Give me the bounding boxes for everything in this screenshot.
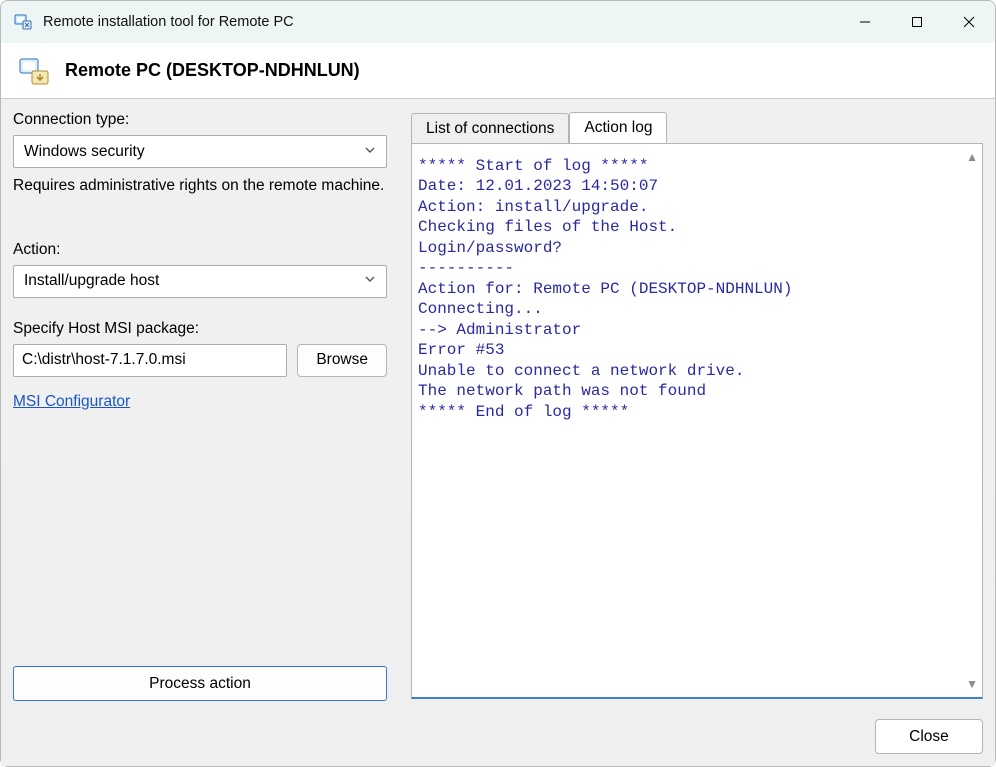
msi-configurator-link[interactable]: MSI Configurator <box>13 393 387 411</box>
msi-label: Specify Host MSI package: <box>13 320 387 338</box>
tab-list-of-connections[interactable]: List of connections <box>411 113 569 144</box>
client-area: Connection type: Windows security Requir… <box>1 99 995 766</box>
tab-action-log[interactable]: Action log <box>569 112 667 144</box>
action-select[interactable]: Install/upgrade host <box>13 265 387 298</box>
dialog-footer: Close <box>13 701 983 754</box>
app-icon <box>13 12 33 32</box>
msi-path-input[interactable] <box>13 344 287 377</box>
action-value: Install/upgrade host <box>24 272 159 290</box>
tab-strip: List of connections Action log <box>411 111 983 143</box>
close-window-button[interactable] <box>943 1 995 43</box>
chevron-down-icon <box>364 272 376 290</box>
close-button[interactable]: Close <box>875 719 983 754</box>
minimize-button[interactable] <box>839 1 891 43</box>
log-panel: List of connections Action log ***** Sta… <box>411 111 983 701</box>
connection-type-label: Connection type: <box>13 111 387 129</box>
window-title: Remote installation tool for Remote PC <box>43 14 294 30</box>
connection-note: Requires administrative rights on the re… <box>13 176 387 197</box>
action-log-textarea[interactable]: ***** Start of log ***** Date: 12.01.202… <box>411 143 983 699</box>
titlebar: Remote installation tool for Remote PC <box>1 1 995 43</box>
action-label: Action: <box>13 241 387 259</box>
action-log-text: ***** Start of log ***** Date: 12.01.202… <box>412 144 982 697</box>
page-header: Remote PC (DESKTOP-NDHNLUN) <box>1 43 995 99</box>
scroll-up-icon[interactable]: ▲ <box>966 150 978 164</box>
installer-icon <box>17 54 51 88</box>
chevron-down-icon <box>364 143 376 161</box>
settings-panel: Connection type: Windows security Requir… <box>13 111 387 701</box>
app-window: Remote installation tool for Remote PC R… <box>0 0 996 767</box>
connection-type-value: Windows security <box>24 143 145 161</box>
page-title: Remote PC (DESKTOP-NDHNLUN) <box>65 60 360 81</box>
browse-button[interactable]: Browse <box>297 344 387 377</box>
process-action-button[interactable]: Process action <box>13 666 387 701</box>
scroll-down-icon[interactable]: ▼ <box>966 677 978 691</box>
maximize-button[interactable] <box>891 1 943 43</box>
connection-type-select[interactable]: Windows security <box>13 135 387 168</box>
